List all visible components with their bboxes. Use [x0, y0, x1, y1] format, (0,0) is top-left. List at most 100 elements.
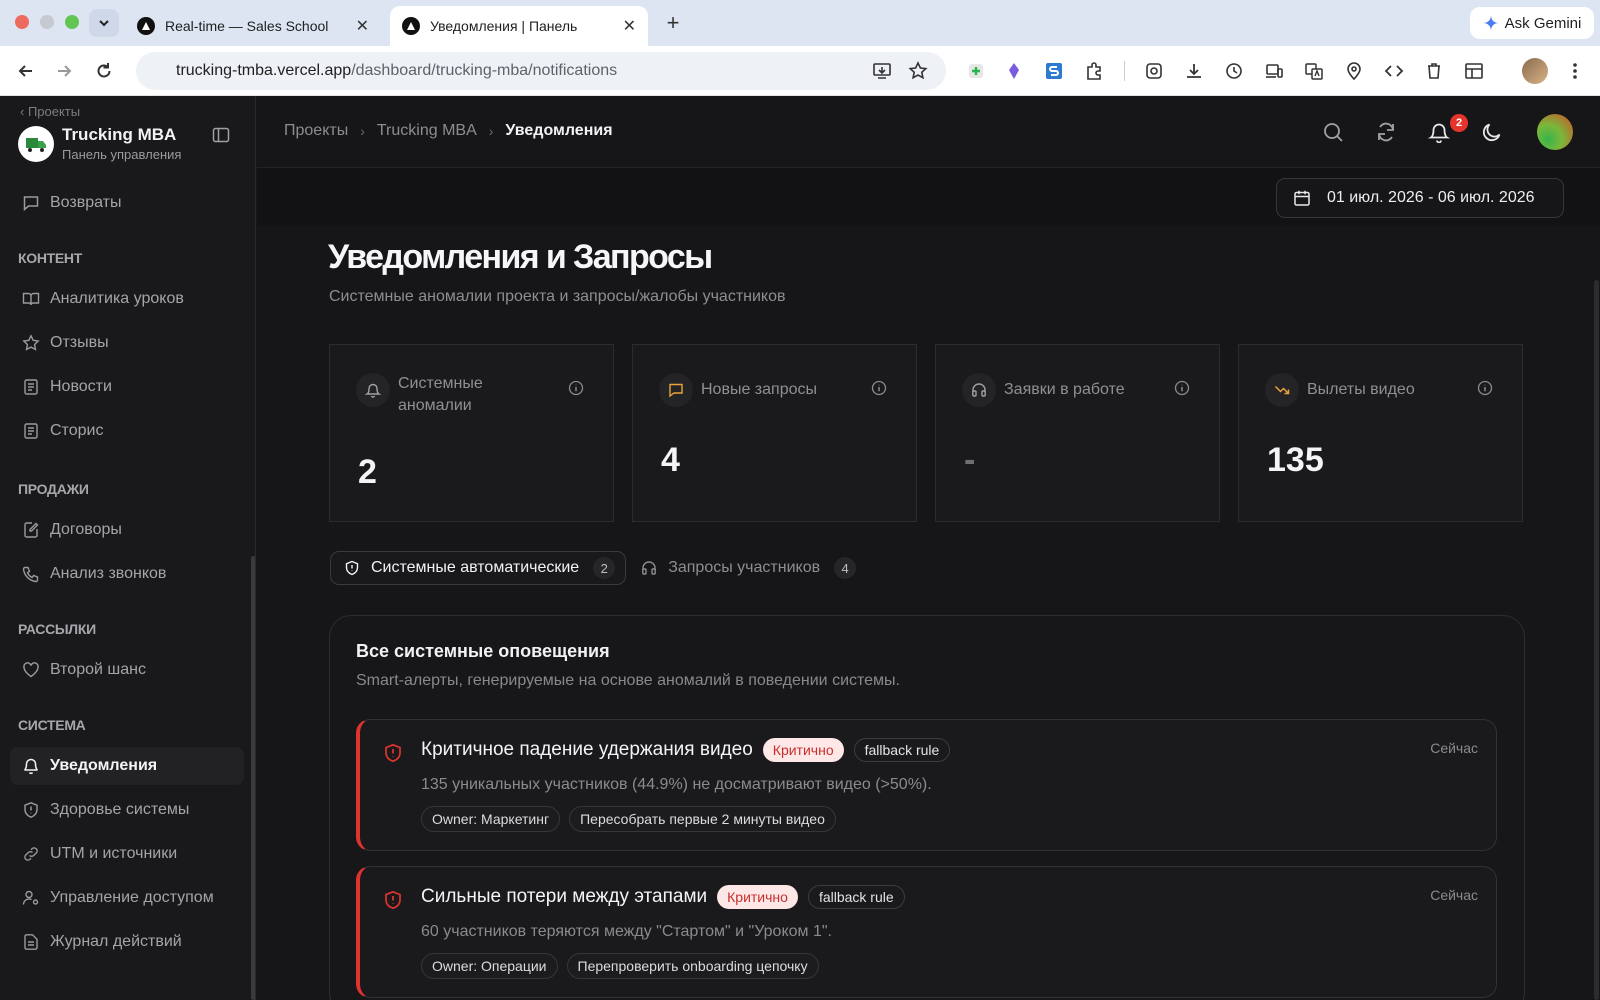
- bookmark-star-icon[interactable]: [906, 59, 930, 83]
- sidebar-item-second-chance[interactable]: Второй шанс: [10, 651, 244, 689]
- tab-search-button[interactable]: [89, 9, 119, 37]
- code-icon[interactable]: [1382, 59, 1406, 83]
- sidebar-item-calls[interactable]: Анализ звонков: [10, 555, 244, 593]
- main-scrollbar[interactable]: [1594, 280, 1599, 1000]
- project-logo: [18, 126, 54, 162]
- alert-time: Сейчас: [1430, 740, 1478, 756]
- sidebar-item-lesson-analytics[interactable]: Аналитика уроков: [10, 280, 244, 318]
- reload-button[interactable]: [92, 59, 116, 83]
- page-title: Уведомления и Запросы: [328, 238, 713, 276]
- info-icon[interactable]: [1476, 379, 1494, 397]
- extension-plus-icon[interactable]: [964, 59, 988, 83]
- location-pin-icon[interactable]: [1342, 59, 1366, 83]
- owner-tag: Owner: Маркетинг: [421, 806, 561, 832]
- project-title: Trucking MBA: [62, 125, 177, 144]
- breadcrumb-project[interactable]: Trucking MBA: [377, 122, 477, 140]
- sidebar-item-contracts[interactable]: Договоры: [10, 511, 244, 549]
- breadcrumb-projects[interactable]: Проекты: [284, 122, 348, 140]
- sidebar-item-access[interactable]: Управление доступом: [10, 879, 244, 917]
- back-button[interactable]: [14, 59, 38, 83]
- sidebar-item-label: Новости: [50, 378, 112, 395]
- sidebar-item-stories[interactable]: Сторис: [10, 412, 244, 450]
- sidebar-item-utm[interactable]: UTM и источники: [10, 835, 244, 873]
- sidebar-item-label: Отзывы: [50, 334, 109, 351]
- browser-profile-avatar[interactable]: [1522, 58, 1548, 84]
- newspaper-icon: [22, 422, 40, 440]
- trash-icon[interactable]: [1422, 59, 1446, 83]
- history-icon[interactable]: [1222, 59, 1246, 83]
- browser-menu-icon[interactable]: [1563, 59, 1587, 83]
- search-button[interactable]: [1319, 118, 1347, 146]
- address-bar[interactable]: trucking-tmba.vercel.app/dashboard/truck…: [136, 52, 946, 90]
- url-path: /dashboard/trucking-mba/notifications: [351, 62, 618, 79]
- extension-s-icon[interactable]: [1042, 59, 1066, 83]
- tab-count-badge: 2: [593, 557, 616, 579]
- new-tab-button[interactable]: +: [660, 10, 686, 36]
- sidebar-item-label: Возвраты: [50, 194, 122, 211]
- link-icon: [22, 845, 40, 863]
- sidebar-item-notifications[interactable]: Уведомления: [10, 747, 244, 785]
- close-icon[interactable]: ✕: [623, 16, 636, 36]
- notifications-button[interactable]: [1425, 118, 1453, 146]
- forward-button[interactable]: [52, 59, 76, 83]
- sidebar-item-label: Уведомления: [50, 757, 158, 774]
- sidebar-item-reviews[interactable]: Отзывы: [10, 324, 244, 362]
- arrow-left-icon: [18, 65, 32, 77]
- vercel-icon: [402, 17, 420, 35]
- info-icon[interactable]: [870, 379, 888, 397]
- sidebar-item-news[interactable]: Новости: [10, 368, 244, 406]
- tab-system-automatic[interactable]: Системные автоматические 2: [330, 551, 627, 585]
- gemini-sparkle-icon: [1482, 15, 1499, 31]
- download-icon[interactable]: [1182, 59, 1206, 83]
- extension-crystal-icon[interactable]: [1002, 59, 1026, 83]
- browser-tab-notifications[interactable]: Уведомления | Панель ✕: [390, 6, 648, 46]
- window-maximize-button[interactable]: [65, 15, 79, 29]
- sidebar-toggle-button[interactable]: [210, 124, 232, 146]
- notification-count-badge: 2: [1450, 114, 1468, 132]
- sidebar-item-label: Аналитика уроков: [50, 290, 184, 307]
- browser-tab-sales-school[interactable]: Real-time — Sales School ✕: [125, 6, 381, 46]
- vercel-icon: [137, 17, 155, 35]
- window-minimize-button[interactable]: [40, 15, 54, 29]
- sidebar-item-label: Здоровье системы: [50, 801, 190, 818]
- date-range-label: 01 июл. 2026 - 06 июл. 2026: [1327, 189, 1535, 206]
- sidebar: ‹ Проекты Trucking MBA Панель управления…: [0, 96, 256, 1000]
- tab-title: Real-time — Sales School: [165, 18, 329, 34]
- window-close-button[interactable]: [15, 15, 29, 29]
- screenshot-icon[interactable]: [1142, 59, 1166, 83]
- user-avatar[interactable]: [1537, 114, 1573, 150]
- shield-alert-icon: [382, 889, 404, 911]
- back-to-projects-link[interactable]: ‹ Проекты: [20, 104, 80, 119]
- tab-participant-requests[interactable]: Запросы участников 4: [628, 551, 866, 585]
- sidebar-section-content: КОНТЕНТ: [18, 250, 82, 266]
- date-range-picker[interactable]: 01 июл. 2026 - 06 июл. 2026: [1276, 178, 1564, 218]
- ask-gemini-button[interactable]: Ask Gemini: [1470, 7, 1594, 39]
- close-icon[interactable]: ✕: [356, 16, 369, 36]
- search-icon: [1324, 123, 1343, 142]
- alert-card[interactable]: Критичное падение удержания видео Критич…: [356, 719, 1497, 851]
- info-icon[interactable]: [1173, 379, 1191, 397]
- stat-value: 4: [661, 441, 680, 479]
- browser-toolbar: trucking-tmba.vercel.app/dashboard/truck…: [0, 46, 1600, 117]
- alert-card[interactable]: Сильные потери между этапами Критично fa…: [356, 866, 1497, 998]
- refresh-button[interactable]: [1372, 118, 1400, 146]
- moon-icon: [1482, 123, 1501, 142]
- sidebar-item-health[interactable]: Здоровье системы: [10, 791, 244, 829]
- chevron-right-icon: ›: [360, 123, 365, 139]
- side-panel-icon[interactable]: [1462, 59, 1486, 83]
- install-app-icon[interactable]: [870, 59, 894, 83]
- sidebar-scrollbar[interactable]: [251, 556, 255, 1000]
- alerts-panel-subtitle: Smart-алерты, генерируемые на основе ано…: [356, 672, 900, 689]
- devices-icon[interactable]: [1262, 59, 1286, 83]
- translate-icon[interactable]: [1302, 59, 1326, 83]
- sidebar-item-returns[interactable]: Возвраты: [10, 184, 244, 222]
- sidebar-item-label: Журнал действий: [50, 933, 182, 950]
- extensions-puzzle-icon[interactable]: [1082, 59, 1106, 83]
- sidebar-item-journal[interactable]: Журнал действий: [10, 923, 244, 961]
- bell-icon: [356, 373, 390, 407]
- headphones-icon: [640, 559, 658, 577]
- alerts-panel-title: Все системные оповещения: [356, 641, 610, 661]
- theme-toggle-button[interactable]: [1478, 118, 1506, 146]
- message-square-icon: [22, 194, 40, 212]
- info-icon[interactable]: [567, 379, 585, 397]
